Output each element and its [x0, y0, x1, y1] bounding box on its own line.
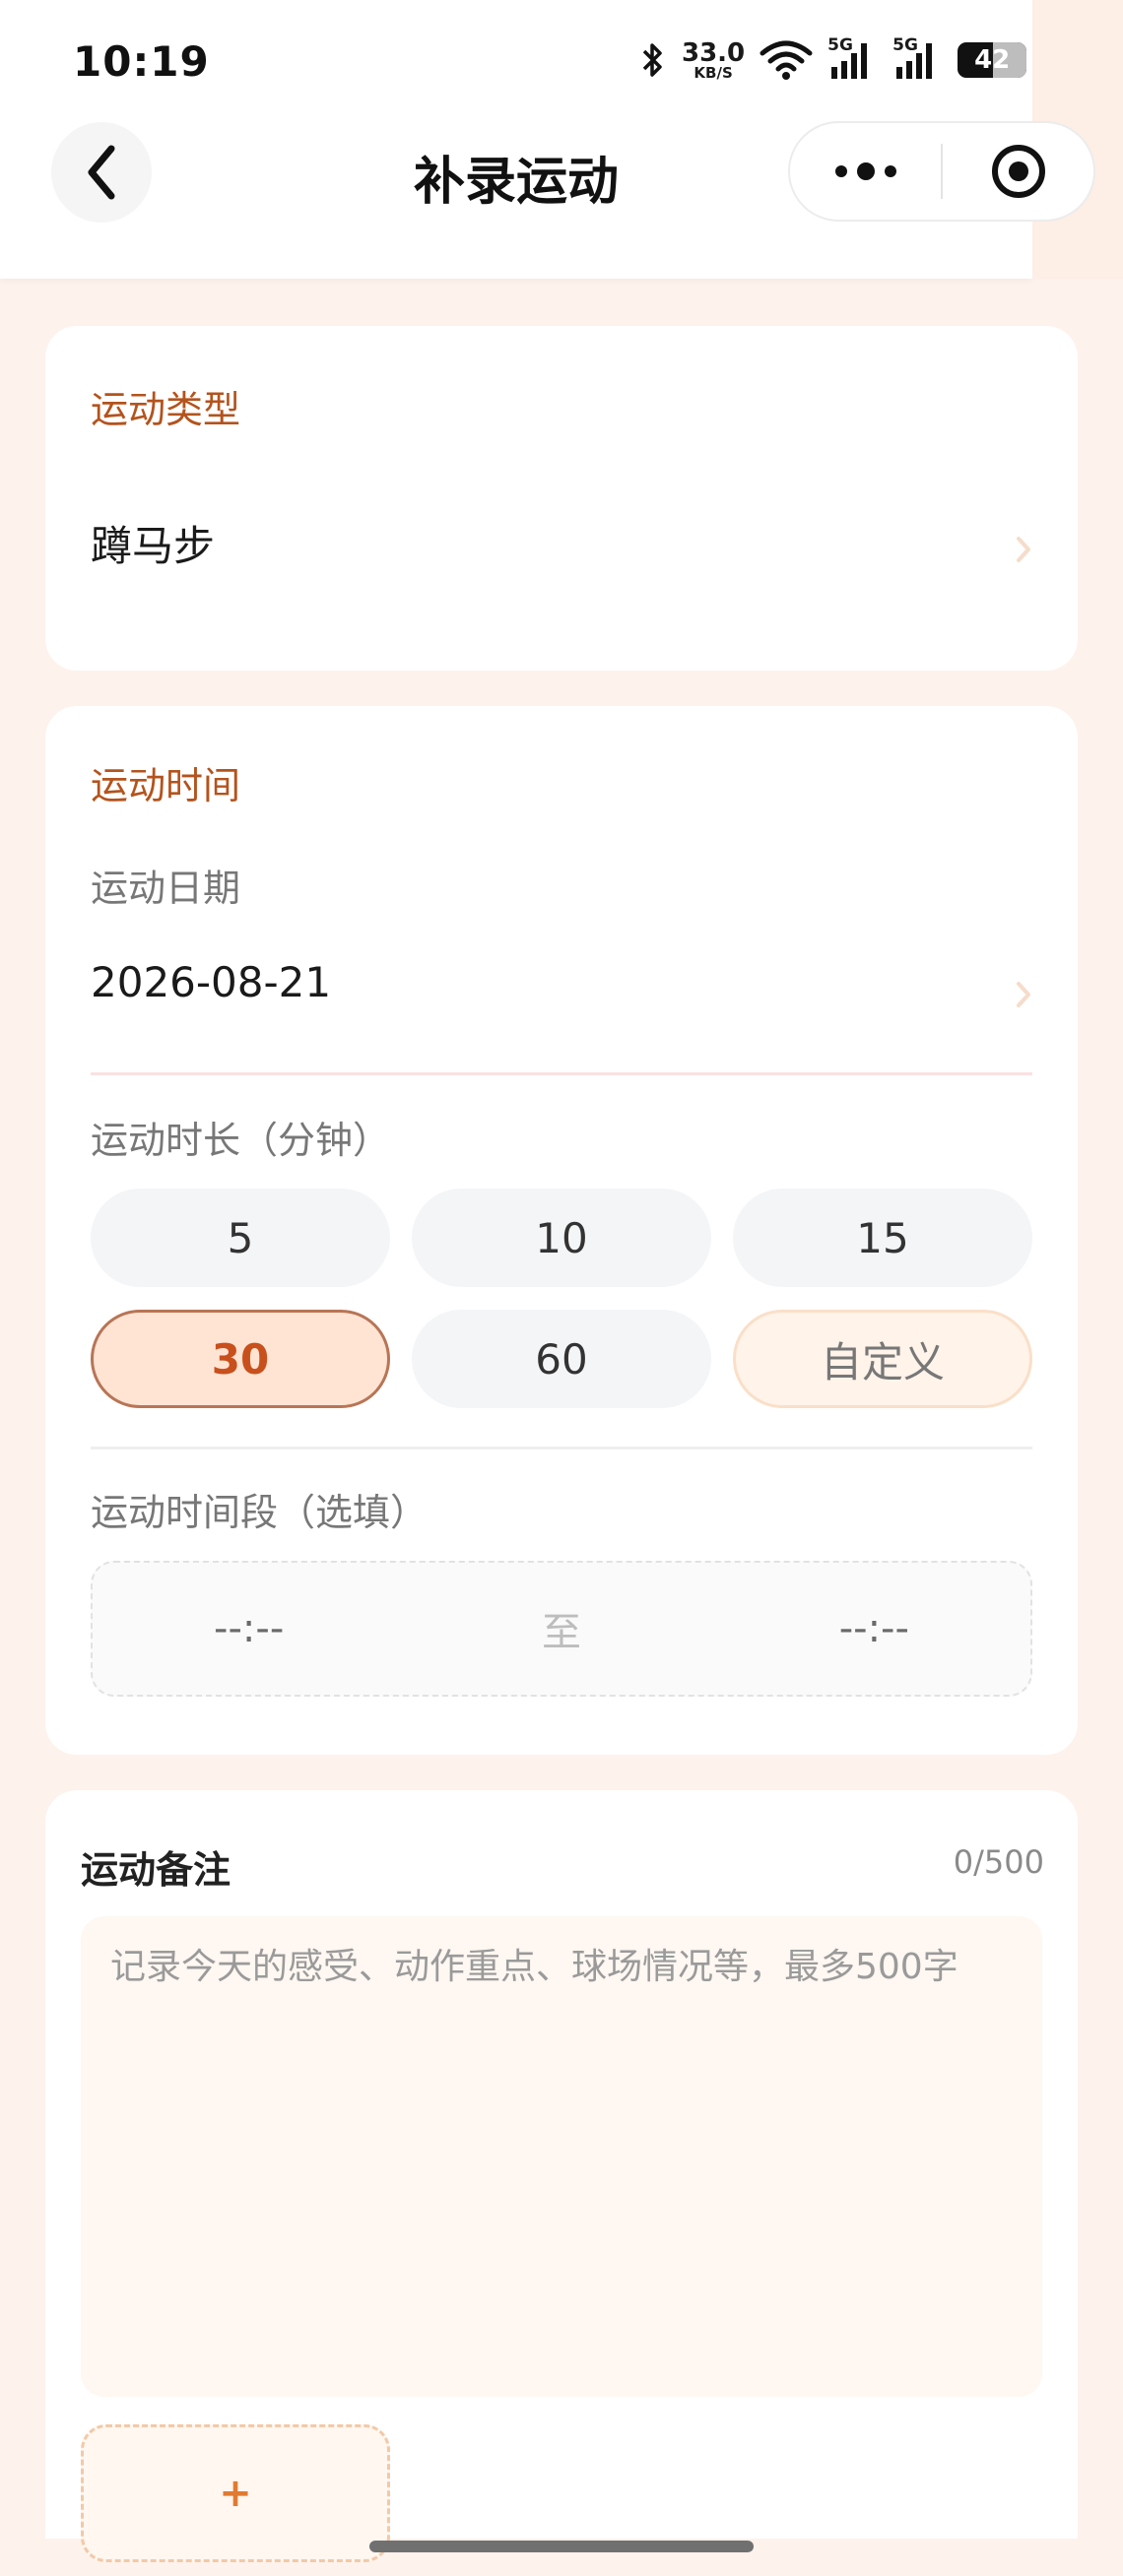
- sport-type-row[interactable]: 蹲马步: [45, 493, 1078, 602]
- more-button[interactable]: [790, 123, 941, 220]
- status-time: 10:19: [73, 37, 210, 86]
- net-label-1: 5G: [827, 35, 853, 55]
- network-speed: 33.0 KB/S: [682, 40, 745, 81]
- status-icons: 33.0 KB/S 5G 5G 42: [638, 35, 1027, 85]
- date-label: 运动日期: [91, 867, 241, 910]
- notes-title: 运动备注: [81, 1848, 231, 1892]
- duration-option-30[interactable]: 30: [91, 1310, 390, 1408]
- notes-card: 运动备注 0/500 记录今天的感受、动作重点、球场情况等，最多500字 +: [45, 1790, 1078, 2562]
- period-separator: 至: [541, 1610, 581, 1655]
- duration-option-60[interactable]: 60: [412, 1310, 711, 1408]
- duration-option-custom[interactable]: 自定义: [733, 1310, 1032, 1408]
- chevron-right-icon: [1017, 982, 1030, 1007]
- signal-5g-icon-2: 5G: [892, 35, 944, 81]
- battery-icon: 42: [958, 42, 1027, 78]
- signal-5g-icon: 5G: [827, 35, 879, 81]
- sport-type-title: 运动类型: [91, 388, 241, 431]
- start-time-picker[interactable]: --:--: [93, 1606, 405, 1651]
- date-value: 2026-08-21: [91, 958, 332, 1006]
- target-icon: [991, 145, 1045, 198]
- add-photo-button[interactable]: +: [81, 2424, 390, 2562]
- time-period-box: --:-- 至 --:--: [91, 1561, 1032, 1697]
- battery-level: 42: [974, 45, 1011, 75]
- sport-time-title: 运动时间: [91, 764, 241, 807]
- notes-char-count: 0/500: [953, 1843, 1044, 1881]
- chevron-right-icon: [1017, 537, 1030, 562]
- duration-option-5[interactable]: 5: [91, 1189, 390, 1287]
- period-label: 运动时间段（选填）: [91, 1491, 429, 1534]
- speed-unit: KB/S: [694, 63, 733, 82]
- divider: [91, 1072, 1032, 1075]
- more-icon: [834, 162, 896, 180]
- close-miniprogram-button[interactable]: [943, 123, 1093, 220]
- speed-value: 33.0: [682, 37, 746, 68]
- plus-icon: +: [219, 2471, 252, 2516]
- sport-time-card: 运动时间 运动日期 2026-08-21 运动时长（分钟） 5 10 15 30…: [45, 706, 1078, 1755]
- home-indicator: [369, 2541, 754, 2552]
- sport-type-value: 蹲马步: [91, 522, 216, 570]
- wifi-icon: [759, 39, 814, 81]
- notes-textarea[interactable]: 记录今天的感受、动作重点、球场情况等，最多500字: [81, 1916, 1042, 2397]
- bluetooth-icon: [638, 39, 668, 81]
- sport-type-card: 运动类型 蹲马步: [45, 326, 1078, 671]
- duration-option-15[interactable]: 15: [733, 1189, 1032, 1287]
- end-time-picker[interactable]: --:--: [718, 1606, 1030, 1651]
- miniprogram-capsule: [788, 121, 1095, 222]
- net-label-2: 5G: [892, 35, 918, 55]
- duration-option-10[interactable]: 10: [412, 1189, 711, 1287]
- duration-label: 运动时长（分钟）: [91, 1119, 391, 1162]
- date-picker-row[interactable]: 2026-08-21: [45, 942, 1078, 1041]
- divider: [91, 1447, 1032, 1449]
